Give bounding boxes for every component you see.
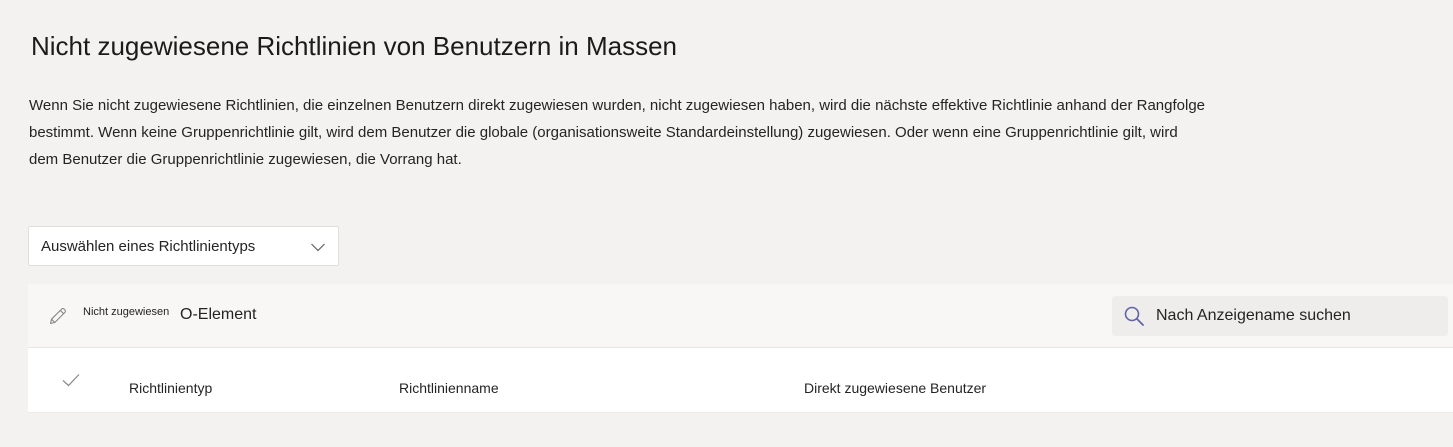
column-header-direct-users[interactable]: Direkt zugewiesene Benutzer [804, 380, 986, 396]
unassign-label-suffix: O-Element [180, 306, 257, 323]
policy-table-panel: Nicht zugewiesen O-Element Richtlinienty… [28, 284, 1453, 447]
column-header-policy-name[interactable]: Richtlinienname [399, 380, 499, 396]
column-header-policy-type[interactable]: Richtlinientyp [129, 380, 212, 396]
page-description: Wenn Sie nicht zugewiesene Richtlinien, … [29, 97, 1206, 168]
search-box[interactable] [1112, 296, 1448, 336]
table-toolbar: Nicht zugewiesen O-Element [28, 284, 1453, 348]
checkmark-icon[interactable] [60, 369, 82, 391]
chevron-down-icon [311, 243, 325, 252]
search-icon [1124, 306, 1144, 326]
policy-type-dropdown[interactable]: Auswählen eines Richtlinientyps [28, 226, 339, 266]
unassign-label: Nicht zugewiesen [83, 306, 170, 318]
table-header-row: Richtlinientyp Richtlinienname Direkt zu… [28, 349, 1453, 413]
page-title: Nicht zugewiesene Richtlinien von Benutz… [31, 31, 678, 61]
search-input[interactable] [1156, 304, 1436, 328]
pencil-icon [49, 308, 66, 325]
policy-type-dropdown-label: Auswählen eines Richtlinientyps [41, 238, 256, 255]
table-body [28, 413, 1453, 447]
